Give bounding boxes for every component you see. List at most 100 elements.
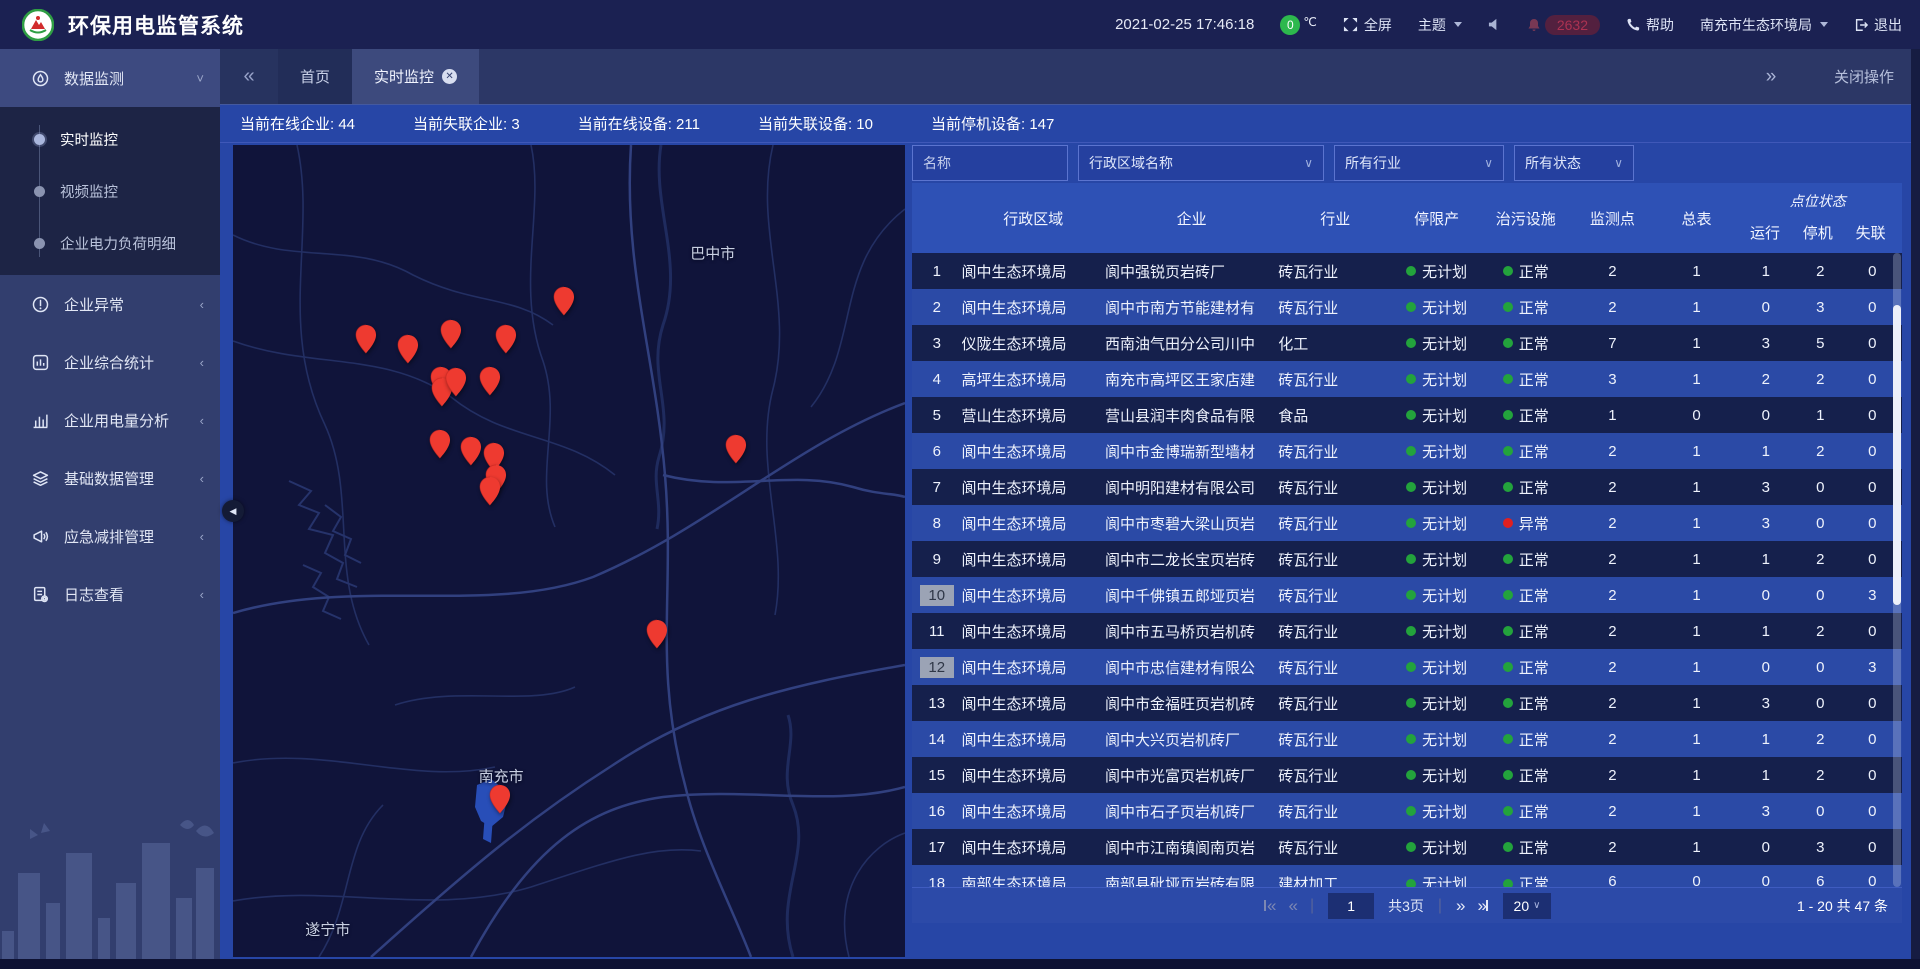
sidebar-subitem-企业电力负荷明细[interactable]: 企业电力负荷明细 (0, 217, 220, 269)
table-row[interactable]: 8阆中生态环境局阆中市枣碧大梁山页岩砖瓦行业无计划异常21300 (912, 505, 1902, 541)
table-row[interactable]: 7阆中生态环境局阆中明阳建材有限公司砖瓦行业无计划正常21300 (912, 469, 1902, 505)
sidebar-item-企业用电量分析[interactable]: 企业用电量分析‹ (0, 391, 220, 449)
main-column: « 首页 实时监控 ✕ » 关闭操作 当前在线企业: 44当前失联企业: 3当前… (220, 49, 1920, 969)
industry-cell: 建材加工 (1278, 865, 1392, 887)
first-page-button[interactable]: « (1263, 897, 1274, 914)
table-row[interactable]: 15阆中生态环境局阆中市光富页岩机砖厂砖瓦行业无计划正常21120 (912, 757, 1902, 793)
running-count-cell: 1 (1739, 623, 1793, 640)
map-pin[interactable] (459, 436, 482, 467)
pollution-facility-cell-label: 正常 (1519, 729, 1549, 750)
total-meters-cell: 0 (1654, 407, 1738, 424)
sidebar-item-日志查看[interactable]: 日志查看‹ (0, 565, 220, 623)
sidebar-subitem-实时监控[interactable]: 实时监控 (0, 113, 220, 165)
region-cell: 阆中生态环境局 (962, 261, 1106, 282)
row-index-cell: 14 (912, 729, 962, 750)
sidebar-item-企业综合统计[interactable]: 企业综合统计‹ (0, 333, 220, 391)
map-pin[interactable] (488, 784, 511, 815)
offline-count-cell: 0 (1847, 515, 1897, 532)
mute-button[interactable] (1488, 18, 1501, 31)
stopped-count-cell: 2 (1793, 263, 1847, 280)
table-row[interactable]: 9阆中生态环境局阆中市二龙长宝页岩砖砖瓦行业无计划正常21120 (912, 541, 1902, 577)
map-pin[interactable] (478, 476, 501, 507)
sidebar-subitem-视频监控[interactable]: 视频监控 (0, 165, 220, 217)
pagination-bar: « « | 1 共3页 | » » 20∨ 1 - 20 共 (912, 887, 1902, 923)
map-pin[interactable] (494, 324, 517, 355)
pagination-divider: | (1438, 897, 1442, 915)
next-page-button[interactable]: » (1456, 897, 1463, 914)
bell-icon (1527, 18, 1541, 32)
map-pin[interactable] (646, 619, 669, 650)
table-row[interactable]: 5营山生态环境局营山县润丰肉食品有限食品无计划正常10010 (912, 397, 1902, 433)
map-collapse-handle[interactable]: ◀ (222, 500, 244, 522)
map-pin[interactable] (725, 434, 748, 465)
close-operations-button[interactable]: 关闭操作 (1834, 66, 1894, 87)
table-row[interactable]: 17阆中生态环境局阆中市江南镇阆南页岩砖瓦行业无计划正常21030 (912, 829, 1902, 865)
chevron-left-icon: ‹ (200, 297, 204, 312)
table-row[interactable]: 1阆中生态环境局阆中强锐页岩砖厂砖瓦行业无计划正常21120 (912, 253, 1902, 289)
page-number-input[interactable]: 1 (1328, 893, 1374, 919)
map-pin[interactable] (355, 324, 378, 355)
phone-icon (1626, 18, 1640, 32)
table-row[interactable]: 4高坪生态环境局南充市高坪区王家店建砖瓦行业无计划正常31220 (912, 361, 1902, 397)
sidebar-item-应急减排管理[interactable]: 应急减排管理‹ (0, 507, 220, 565)
region-filter-select[interactable]: 行政区域名称∨ (1078, 145, 1324, 181)
map-pin[interactable] (445, 367, 468, 398)
logout-button[interactable]: 退出 (1854, 15, 1902, 35)
status-filter-select[interactable]: 所有状态∨ (1514, 145, 1634, 181)
industry-filter-select[interactable]: 所有行业∨ (1334, 145, 1504, 181)
map-pin[interactable] (439, 319, 462, 350)
table-row[interactable]: 3仪陇生态环境局西南油气田分公司川中化工无计划正常71350 (912, 325, 1902, 361)
table-row[interactable]: 6阆中生态环境局阆中市金博瑞新型墙材砖瓦行业无计划正常21120 (912, 433, 1902, 469)
map-pin[interactable] (478, 366, 501, 397)
table-row[interactable]: 13阆中生态环境局阆中市金福旺页岩机砖砖瓦行业无计划正常21300 (912, 685, 1902, 721)
tab-home[interactable]: 首页 (278, 49, 352, 104)
tabs-scroll-left-button[interactable]: « (220, 49, 278, 104)
name-filter-input[interactable] (923, 155, 1057, 171)
chevron-down-icon (1820, 22, 1828, 27)
tab-close-icon[interactable]: ✕ (442, 69, 457, 84)
monitor-points-cell: 7 (1570, 335, 1654, 352)
production-limit-cell-label: 无计划 (1422, 297, 1467, 318)
table-row[interactable]: 2阆中生态环境局阆中市南方节能建材有砖瓦行业无计划正常21030 (912, 289, 1902, 325)
sidebar-item-数据监测[interactable]: 数据监测˅ (0, 49, 220, 107)
production-limit-cell: 无计划 (1392, 549, 1481, 570)
stopped-count-cell: 0 (1793, 587, 1847, 604)
org-dropdown[interactable]: 南充市生态环境局 (1700, 15, 1828, 35)
offline-count-cell: 0 (1847, 335, 1897, 352)
tabs-scroll-right-button[interactable]: » (1742, 66, 1800, 88)
map-pin[interactable] (428, 429, 451, 460)
notification-button[interactable]: 2632 (1527, 15, 1600, 35)
sidebar-item-label: 应急减排管理 (64, 526, 154, 547)
row-index: 8 (920, 513, 954, 534)
monitor-points-cell: 2 (1570, 587, 1654, 604)
table-scrollbar-thumb[interactable] (1893, 305, 1901, 605)
prev-page-button[interactable]: « (1288, 897, 1295, 914)
help-button[interactable]: 帮助 (1626, 15, 1674, 35)
enterprise-cell: 阆中市光富页岩机砖厂 (1105, 765, 1278, 786)
sidebar-item-label: 企业用电量分析 (64, 410, 169, 431)
map-pin[interactable] (553, 286, 576, 317)
fullscreen-button[interactable]: 全屏 (1343, 15, 1392, 35)
name-filter-field[interactable] (912, 145, 1068, 181)
table-row[interactable]: 14阆中生态环境局阆中大兴页岩机砖厂砖瓦行业无计划正常21120 (912, 721, 1902, 757)
page-size-select[interactable]: 20∨ (1503, 893, 1551, 919)
sidebar-item-企业异常[interactable]: 企业异常‹ (0, 275, 220, 333)
table-row[interactable]: 18南部生态环境局南部县砒垭页岩砖有限建材加工无计划正常60060 (912, 865, 1902, 887)
tab-realtime-monitor[interactable]: 实时监控 ✕ (352, 49, 479, 104)
industry-cell: 砖瓦行业 (1278, 585, 1392, 606)
window-right-edge (1911, 49, 1920, 969)
industry-cell: 砖瓦行业 (1278, 657, 1392, 678)
row-index-cell: 7 (912, 477, 962, 498)
theme-dropdown[interactable]: 主题 (1418, 15, 1462, 35)
sidebar-item-基础数据管理[interactable]: 基础数据管理‹ (0, 449, 220, 507)
table-row[interactable]: 16阆中生态环境局阆中市石子页岩机砖厂砖瓦行业无计划正常21300 (912, 793, 1902, 829)
table-row[interactable]: 12阆中生态环境局阆中市忠信建材有限公砖瓦行业无计划正常21003 (912, 649, 1902, 685)
production-limit-cell-label: 无计划 (1422, 549, 1467, 570)
map-panel: 巴中市南充市遂宁市 ◀ (233, 145, 905, 957)
region-cell: 阆中生态环境局 (962, 729, 1106, 750)
table-row[interactable]: 11阆中生态环境局阆中市五马桥页岩机砖砖瓦行业无计划正常21120 (912, 613, 1902, 649)
map-pin[interactable] (396, 334, 419, 365)
table-row[interactable]: 10阆中生态环境局阆中千佛镇五郎垭页岩砖瓦行业无计划正常21003 (912, 577, 1902, 613)
region-cell: 营山生态环境局 (962, 405, 1106, 426)
last-page-button[interactable]: » (1478, 897, 1489, 914)
